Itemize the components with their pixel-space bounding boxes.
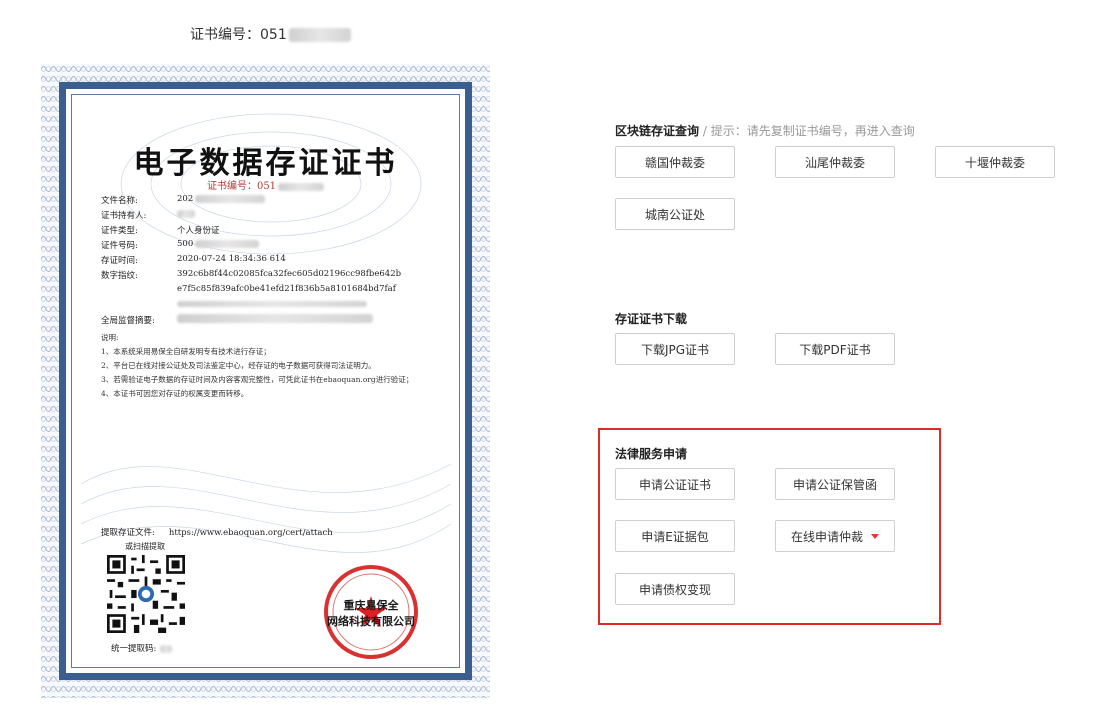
extract-url: https://www.ebaoquan.org/cert/attach [168, 528, 333, 538]
apply-notary-custody-button[interactable]: 申请公证保管函 [775, 468, 895, 500]
apply-evidence-pack-button[interactable]: 申请E证据包 [615, 520, 735, 552]
seal-company-name: 重庆易保全 网络科技有限公司 [327, 599, 415, 628]
shanwei-arbitration-button[interactable]: 汕尾仲裁委 [775, 146, 895, 178]
scan-label: 或扫描提取 [125, 542, 165, 551]
blockchain-hint: / 提示：请先复制证书编号，再进入查询 [699, 124, 915, 138]
chengnan-notary-button[interactable]: 城南公证处 [615, 198, 735, 230]
certificate-title: 电子数据存证证书 [133, 146, 398, 181]
legal-section-title: 法律服务申请 [615, 447, 688, 461]
apply-debt-realization-button[interactable]: 申请债权变现 [615, 573, 735, 605]
download-pdf-button[interactable]: 下载PDF证书 [775, 333, 895, 365]
qr-code-icon [107, 555, 185, 633]
download-section-title: 存证证书下载 [615, 312, 688, 326]
certificate-notes: 说明: 1、本系统采用易保全自研发明专有技术进行存证； 2、平台已在线对接公证处… [101, 333, 414, 398]
certificate-number: 证书编号：051 [41, 177, 490, 192]
online-arbitration-label: 在线申请仲裁 [790, 529, 863, 544]
extract-line: 提取存证文件: https://www.ebaoquan.org/cert/att… [101, 528, 333, 538]
online-arbitration-dropdown[interactable]: 在线申请仲裁 [775, 520, 895, 552]
ganguo-arbitration-button[interactable]: 赣国仲裁委 [615, 146, 735, 178]
caret-down-icon [871, 533, 879, 539]
certificate-id-label: 证书编号：051 [190, 27, 287, 43]
id-code-line: 统一提取码: [111, 642, 173, 654]
download-jpg-button[interactable]: 下载JPG证书 [615, 333, 735, 365]
certificate-image: 电子数据存证证书 证书编号：051 文件名称: 202 证书持有人: 证件类型: 个… [41, 64, 490, 698]
shiyan-arbitration-button[interactable]: 十堰仲裁委 [935, 146, 1055, 178]
apply-notary-cert-button[interactable]: 申请公证证书 [615, 468, 735, 500]
redacted-value [288, 28, 351, 42]
blockchain-section-title: 区块链存证查询 / 提示：请先复制证书编号，再进入查询 [615, 124, 915, 138]
certificate-id-header: 证书编号：051 [190, 24, 351, 44]
